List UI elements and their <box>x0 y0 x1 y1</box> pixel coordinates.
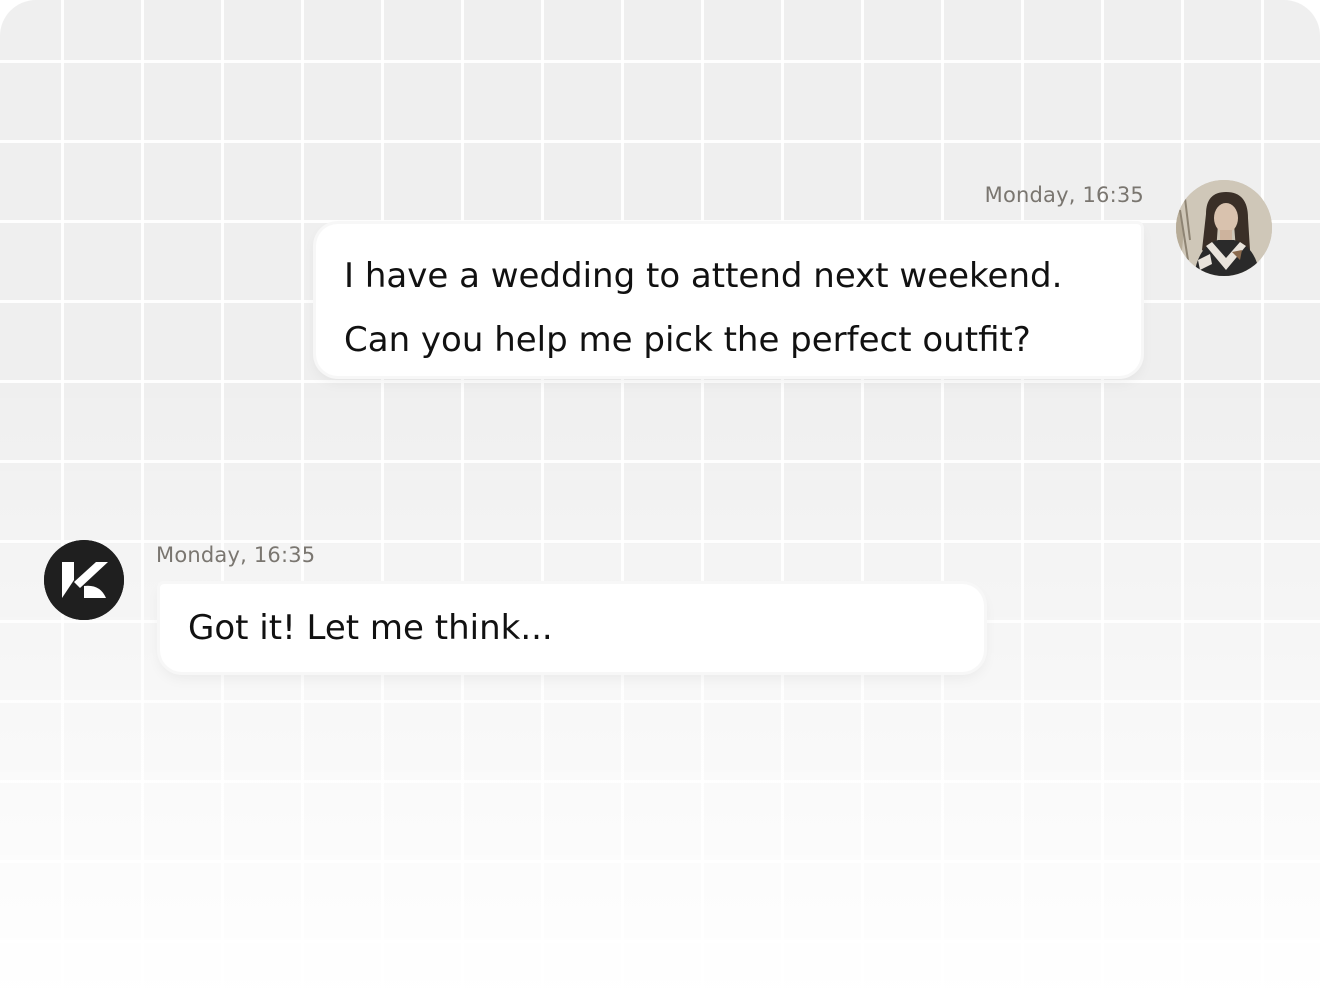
user-message-line: Can you help me pick the perfect outfit? <box>344 320 1031 360</box>
assistant-message-bubble[interactable]: Got it! Let me think... <box>160 584 984 672</box>
assistant-message-line: Got it! Let me think... <box>188 608 553 648</box>
brand-k-logo-icon <box>44 540 124 620</box>
user-photo-icon <box>1176 180 1272 276</box>
user-message-bubble[interactable]: I have a wedding to attend next weekend.… <box>316 224 1141 376</box>
user-message-timestamp: Monday, 16:35 <box>984 183 1144 207</box>
user-avatar[interactable] <box>1176 180 1272 276</box>
assistant-message-timestamp: Monday, 16:35 <box>156 543 316 567</box>
chat-canvas: Monday, 16:35 I have a wedding to attend… <box>0 0 1320 1000</box>
user-message-line: I have a wedding to attend next weekend. <box>344 256 1063 296</box>
assistant-avatar[interactable] <box>44 540 124 620</box>
